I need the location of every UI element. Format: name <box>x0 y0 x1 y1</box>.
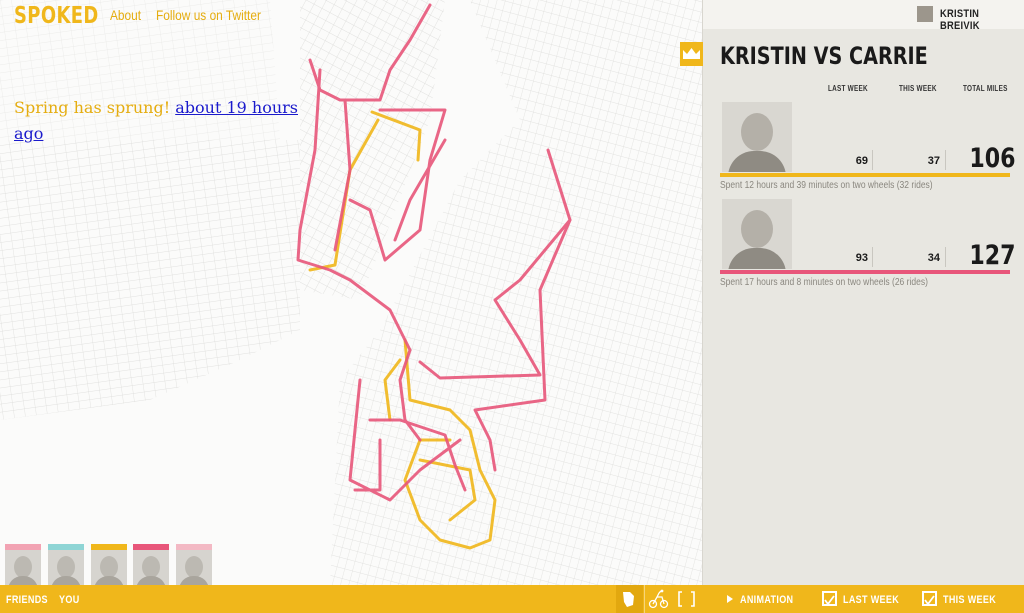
rider-total-miles: 106 <box>969 143 1016 174</box>
cyclist-icon <box>648 589 669 609</box>
fullscreen-button[interactable] <box>673 585 700 613</box>
rider-total-miles: 127 <box>969 240 1016 271</box>
this-week-header: THIS WEEK <box>899 84 937 93</box>
friend-thumb[interactable] <box>5 544 41 585</box>
play-icon[interactable] <box>727 595 733 603</box>
this-week-checkbox[interactable] <box>922 591 937 606</box>
friend-thumb[interactable] <box>91 544 127 585</box>
rider-last-week: 93 <box>855 252 868 264</box>
friend-avatar <box>5 550 41 585</box>
twitter-link[interactable]: Follow us on Twitter <box>156 7 261 23</box>
divider <box>945 150 946 170</box>
rider-color-bar <box>720 173 1010 177</box>
about-link[interactable]: About <box>110 7 141 23</box>
divider <box>945 247 946 267</box>
rider-color-bar <box>720 270 1010 274</box>
rider-summary: Spent 17 hours and 8 minutes on two whee… <box>720 277 928 288</box>
friend-avatar <box>48 550 84 585</box>
this-week-label[interactable]: THIS WEEK <box>943 594 996 606</box>
friend-thumb[interactable] <box>48 544 84 585</box>
rider-this-week: 37 <box>927 155 940 167</box>
crown-tab[interactable] <box>680 42 703 66</box>
street-map <box>0 0 702 585</box>
rider-photo[interactable] <box>722 102 792 172</box>
user-avatar[interactable] <box>917 6 933 22</box>
user-strip: KRISTIN BREIVIK <box>703 0 1024 32</box>
friend-avatar <box>91 550 127 585</box>
bottom-toolbar: FRIENDS YOU ANIMATION LAST WEEK THIS WEE… <box>0 585 1024 613</box>
animation-toggle[interactable]: ANIMATION <box>740 594 793 606</box>
rider-this-week: 34 <box>927 252 940 264</box>
cyclist-view-button[interactable] <box>644 585 671 613</box>
spoked-logo[interactable]: SPOKED <box>14 3 99 29</box>
divider <box>872 247 873 267</box>
rider-photo[interactable] <box>722 199 792 269</box>
map-view-button[interactable] <box>616 585 643 613</box>
friend-thumb[interactable] <box>176 544 212 585</box>
map-shape-icon <box>623 592 634 607</box>
fullscreen-icon <box>678 591 695 607</box>
last-week-checkbox[interactable] <box>822 591 837 606</box>
rider-summary: Spent 12 hours and 39 minutes on two whe… <box>720 180 933 191</box>
friends-tab[interactable]: FRIENDS <box>6 594 48 606</box>
user-name[interactable]: KRISTIN BREIVIK <box>940 8 1012 32</box>
rider-last-week: 69 <box>855 155 868 167</box>
check-icon <box>824 595 835 606</box>
jersey-land <box>0 140 300 420</box>
total-miles-header: TOTAL MILES <box>963 84 1008 93</box>
route-map[interactable]: SPOKED About Follow us on Twitter Spring… <box>0 0 702 585</box>
matchup-title: KRISTIN VS CARRIE <box>720 42 928 70</box>
you-tab[interactable]: YOU <box>59 594 80 606</box>
friend-avatar <box>176 550 212 585</box>
crown-icon <box>683 48 700 59</box>
divider <box>872 150 873 170</box>
last-week-header: LAST WEEK <box>828 84 868 93</box>
matchup-sidebar: KRISTIN BREIVIK KRISTIN VS CARRIE LAST W… <box>680 0 1024 585</box>
friend-avatar <box>133 550 169 585</box>
check-icon <box>924 595 935 606</box>
last-week-label[interactable]: LAST WEEK <box>843 594 899 606</box>
friend-thumb[interactable] <box>133 544 169 585</box>
status-text: Spring has sprung! <box>14 98 171 117</box>
status-message: Spring has sprung! about 19 hours ago <box>14 95 304 147</box>
